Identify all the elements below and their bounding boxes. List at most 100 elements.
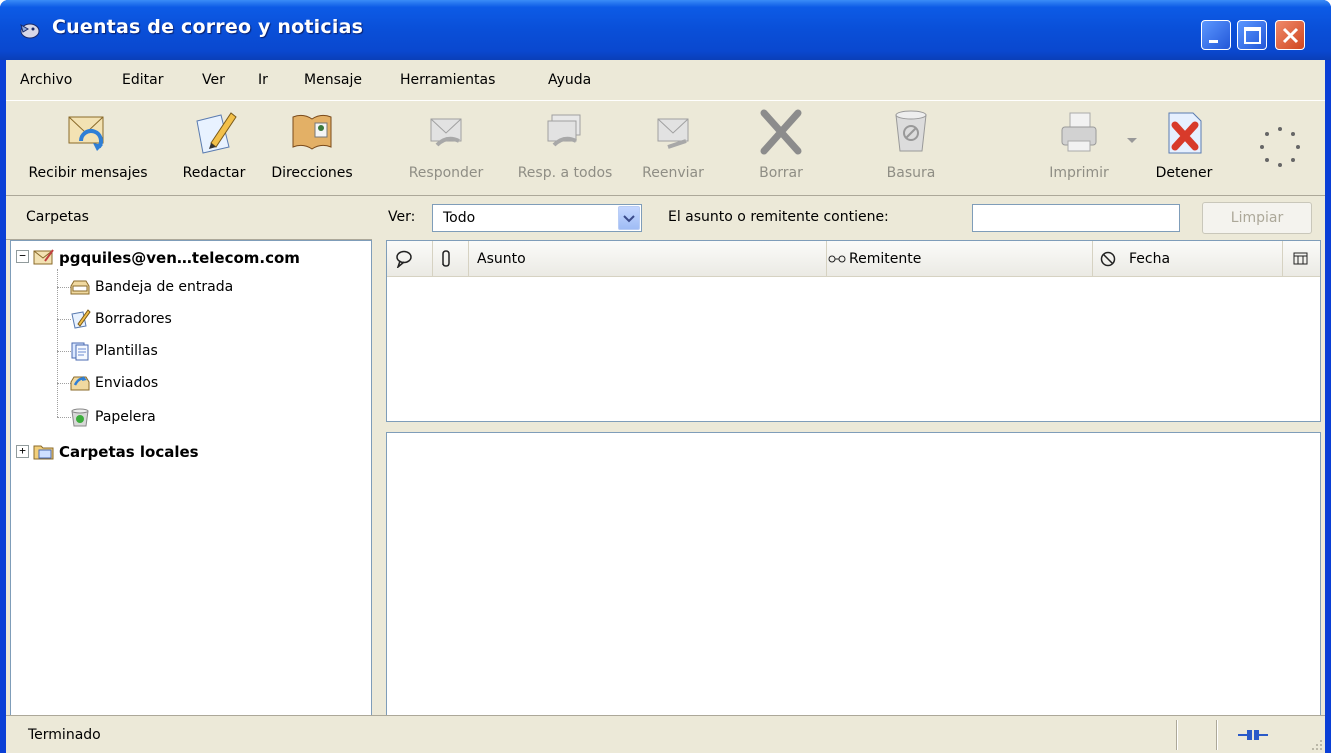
column-date[interactable]: Fecha [1123, 241, 1283, 277]
column-junk-status[interactable] [1093, 241, 1123, 277]
window-title: Cuentas de correo y noticias [52, 16, 364, 38]
forward-button[interactable]: Reenviar [630, 101, 716, 195]
view-select[interactable]: Todo [432, 204, 642, 232]
date-column-label: Fecha [1129, 251, 1171, 267]
read-status-icon [828, 255, 846, 263]
online-status-icon[interactable] [1238, 725, 1268, 745]
address-book-icon [292, 114, 332, 150]
tree-guide-line [57, 269, 58, 417]
print-button[interactable]: Imprimir [1036, 101, 1122, 195]
reply-button[interactable]: Responder [396, 101, 496, 195]
folder-label: Enviados [95, 375, 159, 391]
attachment-icon [442, 250, 450, 267]
search-label: El asunto o remitente contiene: [668, 209, 889, 225]
menu-ver[interactable]: Ver [202, 72, 225, 88]
junk-button[interactable]: Basura [866, 101, 956, 195]
status-divider [1216, 720, 1218, 750]
message-preview-pane[interactable] [386, 432, 1321, 718]
folder-label: Plantillas [95, 343, 158, 359]
status-divider [1176, 720, 1178, 750]
print-dropdown-icon[interactable] [1126, 137, 1138, 145]
column-read[interactable] [827, 241, 849, 277]
compose-label: Redactar [182, 165, 246, 181]
print-icon [1061, 112, 1097, 152]
view-select-value: Todo [443, 210, 476, 226]
stop-button[interactable]: Detener [1144, 101, 1224, 195]
print-label: Imprimir [1049, 165, 1109, 181]
throbber-icon [1260, 127, 1300, 167]
mail-account-icon [33, 249, 54, 265]
menu-herramientas[interactable]: Herramientas [400, 72, 495, 88]
local-folders-icon [33, 445, 54, 460]
forward-label: Reenviar [642, 165, 704, 181]
junk-status-icon [1100, 251, 1116, 267]
title-bar[interactable]: Cuentas de correo y noticias [0, 0, 1331, 60]
stop-icon [1168, 112, 1202, 154]
pane-splitter[interactable] [372, 240, 384, 718]
folder-label: Papelera [95, 409, 156, 425]
account-label: pgquiles@ven…telecom.com [59, 249, 300, 267]
inbox-icon [70, 280, 90, 295]
menu-ayuda[interactable]: Ayuda [548, 72, 591, 88]
delete-label: Borrar [759, 165, 803, 181]
local-folders-label: Carpetas locales [59, 443, 199, 461]
junk-label: Basura [886, 165, 936, 181]
close-button[interactable] [1275, 20, 1305, 50]
templates-icon [71, 342, 89, 361]
menu-bar: Archivo Editar Ver Ir Mensaje Herramient… [6, 60, 1325, 100]
reply-all-button[interactable]: Resp. a todos [500, 101, 630, 195]
column-attachment[interactable] [433, 241, 469, 277]
status-bar: Terminado [6, 715, 1325, 753]
maximize-icon [1244, 27, 1261, 44]
main-toolbar: Recibir mensajes Redactar Direcciones Re… [6, 100, 1325, 196]
trash-icon [71, 408, 89, 427]
chevron-down-icon[interactable] [618, 206, 640, 230]
address-book-button[interactable]: Direcciones [258, 101, 366, 195]
get-messages-label: Recibir mensajes [28, 165, 148, 181]
search-input[interactable] [972, 204, 1180, 232]
menu-archivo[interactable]: Archivo [20, 72, 72, 88]
get-messages-button[interactable]: Recibir mensajes [6, 101, 170, 195]
compose-button[interactable]: Redactar [170, 101, 258, 195]
folder-label: Bandeja de entrada [95, 279, 234, 295]
main-window: Cuentas de correo y noticias Archivo Edi… [0, 0, 1331, 753]
column-picker-icon [1293, 252, 1308, 265]
column-thread[interactable] [387, 241, 433, 277]
minimize-icon [1209, 40, 1218, 43]
clear-button[interactable]: Limpiar [1202, 202, 1312, 234]
reply-icon [430, 118, 462, 147]
delete-icon [760, 109, 802, 155]
delete-button[interactable]: Borrar [741, 101, 821, 195]
collapse-toggle[interactable]: − [16, 250, 29, 263]
column-picker[interactable] [1283, 241, 1320, 277]
minimize-button[interactable] [1201, 20, 1231, 50]
junk-icon [895, 110, 927, 152]
window-frame: Archivo Editar Ver Ir Mensaje Herramient… [6, 60, 1325, 753]
menu-ir[interactable]: Ir [258, 72, 268, 88]
preview-splitter[interactable] [386, 422, 1321, 432]
menu-mensaje[interactable]: Mensaje [304, 72, 362, 88]
sent-icon [70, 376, 90, 391]
folder-tree: − pgquiles@ven…telecom.com Bandeja de en… [10, 240, 372, 718]
folders-header-label: Carpetas [26, 209, 89, 225]
expand-toggle[interactable]: + [16, 445, 29, 458]
column-sender[interactable]: Remitente [849, 241, 1093, 277]
status-text: Terminado [28, 727, 101, 743]
search-bar: Ver: Todo El asunto o remitente contiene… [372, 196, 1325, 240]
menu-editar[interactable]: Editar [122, 72, 163, 88]
forward-icon [657, 118, 689, 149]
view-label: Ver: [388, 209, 416, 225]
message-list[interactable]: Asunto Remitente Fecha [386, 240, 1321, 422]
column-subject[interactable]: Asunto [469, 241, 827, 277]
reply-all-label: Resp. a todos [517, 165, 613, 181]
get-messages-icon [68, 116, 104, 151]
folder-label: Borradores [95, 311, 172, 327]
folders-pane-header: Carpetas [6, 196, 372, 240]
message-list-header: Asunto Remitente Fecha [387, 241, 1320, 277]
drafts-icon [71, 309, 91, 329]
subject-column-label: Asunto [477, 251, 526, 267]
maximize-button[interactable] [1237, 20, 1267, 50]
thunderbird-app-icon [20, 23, 40, 39]
resize-grip-icon[interactable] [1309, 737, 1323, 751]
compose-icon [196, 112, 237, 154]
